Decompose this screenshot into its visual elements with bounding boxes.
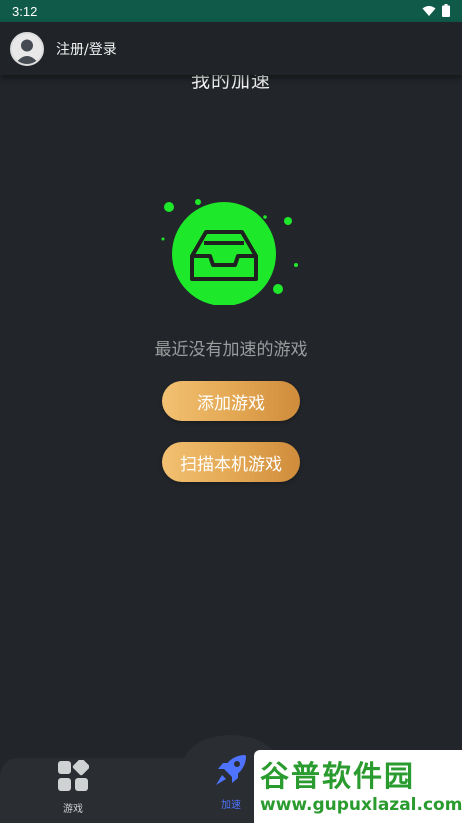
battery-icon	[442, 2, 450, 21]
nav-tab-boost[interactable]: 加速	[208, 752, 254, 811]
nav-tab-games[interactable]: 游戏	[50, 758, 96, 815]
user-avatar-icon[interactable]	[10, 31, 44, 66]
add-game-button[interactable]: 添加游戏	[162, 381, 300, 421]
status-icons	[422, 2, 450, 21]
watermark-url: www.gupuxlazal.com	[260, 794, 462, 815]
empty-state-illustration	[158, 195, 308, 306]
status-bar: 3:12	[0, 0, 462, 22]
wifi-icon	[422, 2, 436, 21]
grid-apps-icon	[57, 758, 90, 796]
status-time: 3:12	[12, 3, 38, 19]
scan-local-games-button[interactable]: 扫描本机游戏	[162, 442, 300, 482]
nav-label-boost: 加速	[221, 800, 241, 811]
watermark-title: 谷普软件园	[260, 758, 416, 793]
site-watermark: 谷普软件园 www.gupuxlazal.com	[254, 750, 462, 823]
empty-state-message: 最近没有加速的游戏	[154, 340, 308, 360]
login-register-link[interactable]: 注册/登录	[56, 39, 117, 59]
user-header[interactable]: 注册/登录	[0, 22, 462, 75]
rocket-icon	[213, 752, 249, 792]
nav-label-games: 游戏	[63, 804, 83, 815]
